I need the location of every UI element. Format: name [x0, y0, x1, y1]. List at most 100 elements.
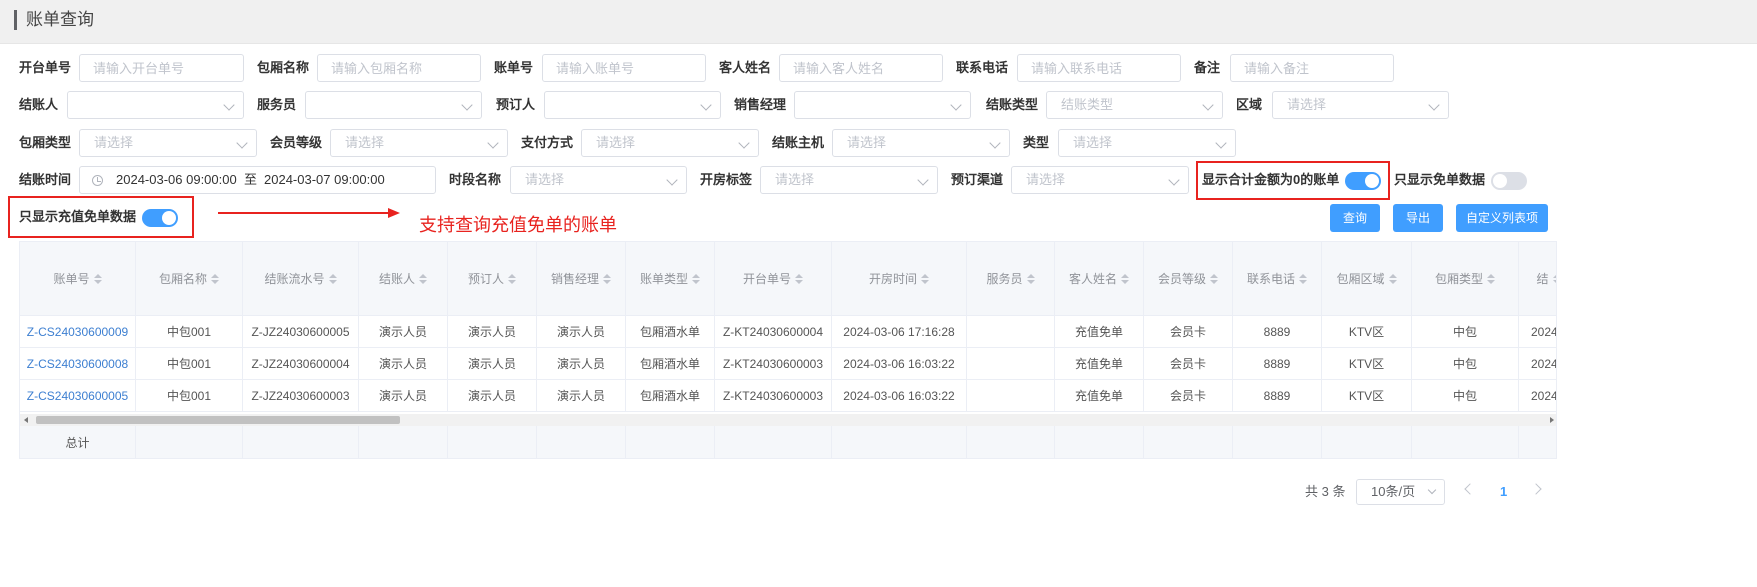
area-select[interactable]: 请选择 [1272, 91, 1449, 119]
guest-name-input[interactable] [779, 54, 943, 82]
column-header[interactable]: 服务员 [967, 242, 1055, 316]
column-header[interactable]: 开台单号 [715, 242, 832, 316]
table-row[interactable]: Z-CS24030600005 中包001 Z-JZ24030600003 演示人员演… [20, 380, 1556, 412]
cashier-select[interactable] [67, 91, 244, 119]
room-name-input[interactable] [317, 54, 481, 82]
only-recharge-free-switch[interactable] [142, 209, 178, 227]
bill-no-input[interactable] [542, 54, 706, 82]
room-type-select[interactable]: 请选择 [79, 129, 257, 157]
sort-icon[interactable] [1210, 274, 1218, 285]
open-tag-select[interactable]: 请选择 [760, 166, 938, 194]
column-header[interactable]: 包厢类型 [1412, 242, 1519, 316]
table-cell: 包厢酒水单 [626, 348, 715, 380]
booker-select[interactable] [544, 91, 721, 119]
table-cell: 2024 [1519, 316, 1556, 348]
sort-icon[interactable] [1552, 274, 1556, 285]
scrollbar-thumb[interactable] [36, 416, 400, 424]
total-cell [243, 426, 359, 458]
sales-manager-select[interactable] [794, 91, 971, 119]
table-cell: KTV区 [1322, 348, 1412, 380]
bill-no-link[interactable]: Z-CS24030600009 [20, 316, 136, 348]
pay-method-select[interactable]: 请选择 [581, 129, 759, 157]
sort-icon[interactable] [603, 274, 611, 285]
next-page-icon[interactable] [1530, 483, 1542, 495]
column-header-label: 销售经理 [550, 272, 599, 286]
column-header[interactable]: 开房时间 [832, 242, 967, 316]
chevron-down-icon [989, 137, 1001, 149]
sort-icon[interactable] [508, 274, 516, 285]
horizontal-scrollbar[interactable] [20, 414, 1556, 426]
column-header-label: 包厢区域 [1336, 272, 1385, 286]
member-level-select[interactable]: 请选择 [330, 129, 508, 157]
sort-icon[interactable] [921, 274, 929, 285]
column-header-label: 预订人 [467, 272, 504, 286]
sort-icon[interactable] [1299, 274, 1307, 285]
column-header[interactable]: 结账人 [359, 242, 448, 316]
sort-icon[interactable] [211, 274, 219, 285]
column-header[interactable]: 结 [1519, 242, 1556, 316]
column-header[interactable]: 会员等级 [1144, 242, 1233, 316]
total-cell [1519, 426, 1556, 458]
show-zero-total-switch[interactable] [1345, 172, 1381, 190]
query-button[interactable]: 查询 [1330, 204, 1380, 232]
remark-input[interactable] [1230, 54, 1394, 82]
column-header[interactable]: 销售经理 [537, 242, 626, 316]
sort-icon[interactable] [419, 274, 427, 285]
prev-page-icon[interactable] [1464, 483, 1476, 495]
settle-host-select[interactable]: 请选择 [832, 129, 1010, 157]
column-header[interactable]: 包厢区域 [1322, 242, 1412, 316]
scroll-left-icon[interactable] [24, 417, 28, 423]
column-header[interactable]: 包厢名称 [136, 242, 243, 316]
column-header[interactable]: 客人姓名 [1055, 242, 1144, 316]
period-name-select[interactable]: 请选择 [510, 166, 687, 194]
export-button[interactable]: 导出 [1393, 204, 1443, 232]
page-number-current[interactable]: 1 [1500, 482, 1507, 502]
table-cell [967, 316, 1055, 348]
table-cell: 2024-03-06 17:16:28 [832, 316, 967, 348]
total-row: 总计 [20, 426, 1556, 458]
column-header[interactable]: 账单类型 [626, 242, 715, 316]
bill-no-link[interactable]: Z-CS24030600005 [20, 380, 136, 412]
open-no-input[interactable] [79, 54, 244, 82]
pay-method-placeholder: 请选择 [596, 135, 636, 150]
bill-no-link[interactable]: Z-CS24030600008 [20, 348, 136, 380]
column-header-label: 包厢名称 [158, 272, 207, 286]
table-row[interactable]: Z-CS24030600009 中包001 Z-JZ24030600005 演示人员演… [20, 316, 1556, 348]
booking-channel-select[interactable]: 请选择 [1011, 166, 1189, 194]
phone-input[interactable] [1017, 54, 1181, 82]
settle-type-select[interactable]: 结账类型 [1046, 91, 1223, 119]
table-cell: 中包001 [136, 348, 243, 380]
table-cell: 会员卡 [1144, 380, 1233, 412]
table-cell: Z-KT24030600003 [715, 348, 832, 380]
total-cell [136, 426, 243, 458]
scroll-right-icon[interactable] [1550, 417, 1554, 423]
column-header[interactable]: 账单号 [20, 242, 136, 316]
table-row[interactable]: Z-CS24030600008 中包001 Z-JZ24030600004 演示人员演… [20, 348, 1556, 380]
sort-icon[interactable] [1026, 274, 1035, 285]
sort-icon[interactable] [692, 274, 700, 285]
column-header-label: 客人姓名 [1068, 272, 1117, 286]
waiter-select[interactable] [305, 91, 482, 119]
type-select[interactable]: 请选择 [1058, 129, 1236, 157]
sort-icon[interactable] [1388, 274, 1397, 285]
table-cell: 中包 [1412, 316, 1519, 348]
table-cell: 包厢酒水单 [626, 316, 715, 348]
sort-icon[interactable] [1121, 274, 1129, 285]
page-header: 账单查询 [0, 0, 1757, 44]
column-header[interactable]: 结账流水号 [243, 242, 359, 316]
sort-icon[interactable] [328, 274, 337, 285]
sort-icon[interactable] [1487, 274, 1495, 285]
sort-icon[interactable] [93, 274, 102, 285]
booker-label: 预订人 [496, 97, 536, 112]
sort-icon[interactable] [795, 274, 803, 285]
custom-columns-button[interactable]: 自定义列表项 [1456, 204, 1548, 232]
only-free-switch[interactable] [1491, 172, 1527, 190]
column-header[interactable]: 联系电话 [1233, 242, 1322, 316]
column-header[interactable]: 预订人 [448, 242, 537, 316]
room-type-label: 包厢类型 [19, 135, 72, 150]
page-size-select[interactable]: 10条/页 [1356, 479, 1445, 505]
total-cell [1055, 426, 1144, 458]
settle-time-range[interactable]: 2024-03-06 09:00:00 至 2024-03-07 09:00:0… [79, 166, 436, 194]
table-cell: 充值免单 [1055, 380, 1144, 412]
remark-label: 备注 [1194, 60, 1221, 75]
